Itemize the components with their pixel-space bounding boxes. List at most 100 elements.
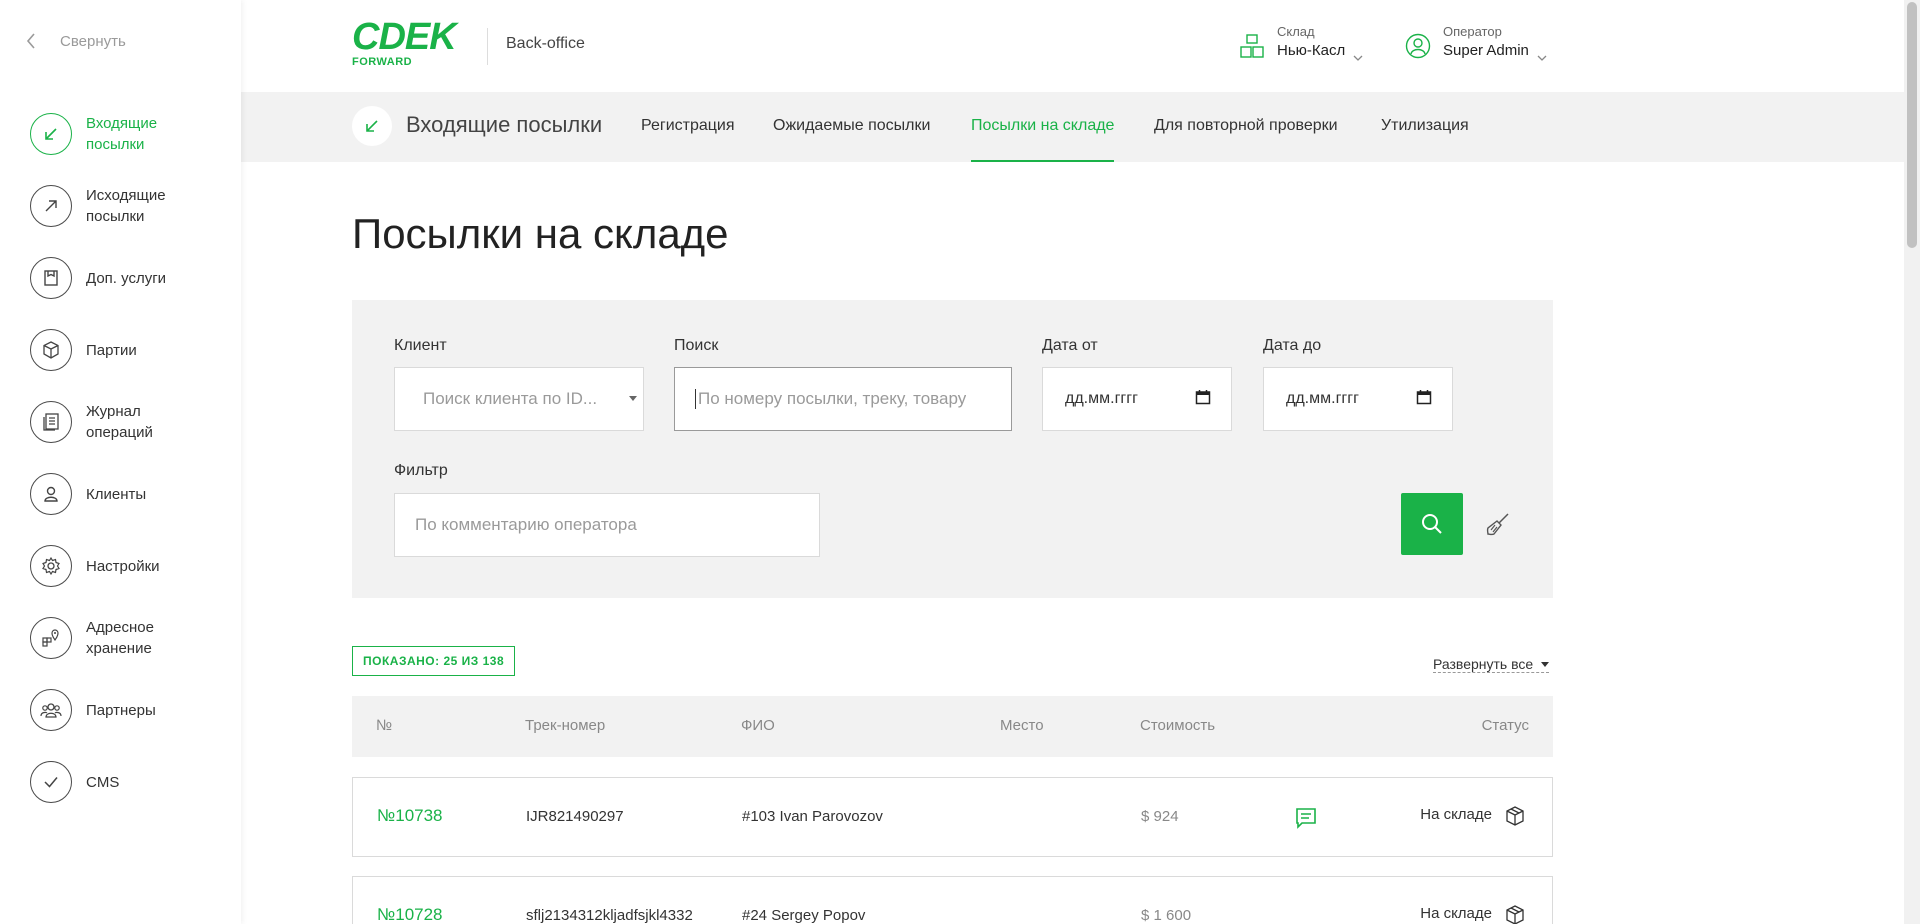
date-from-input[interactable]: дд.мм.гггг (1042, 367, 1232, 431)
filter-placeholder: По комментарию оператора (415, 515, 637, 534)
date-from-label: Дата от (1042, 337, 1098, 354)
sidebar-item-incoming[interactable]: Входящие посылки (30, 98, 230, 170)
calendar-icon[interactable] (1416, 389, 1432, 410)
filter-panel: Клиент Поиск клиента по ID... Поиск По н… (352, 300, 1553, 598)
operator-value: Super Admin (1443, 42, 1529, 59)
top-header: CDEK FORWARD Back-office Склад Нью-Касл … (241, 0, 1904, 92)
col-header-track[interactable]: Трек-номер (525, 717, 605, 734)
warehouse-selector[interactable]: Склад Нью-Касл (1239, 24, 1363, 62)
search-input[interactable]: По номеру посылки, треку, товару (674, 367, 1012, 431)
page-scrollbar[interactable] (1904, 0, 1920, 924)
search-button[interactable] (1401, 493, 1463, 555)
section-tabs-bar: Входящие посылки Регистрация Ожидаемые п… (241, 92, 1904, 162)
gear-icon (30, 545, 72, 587)
sidebar-item-label: посылки (86, 208, 145, 225)
caret-down-icon (1541, 661, 1550, 667)
tab-disposal[interactable]: Утилизация (1381, 117, 1469, 162)
tab-recheck[interactable]: Для повторной проверки (1154, 117, 1338, 162)
sidebar-item-label: Входящие (86, 115, 158, 132)
parcel-number-link[interactable]: №10728 (377, 905, 443, 924)
sidebar-item-journal[interactable]: Журнал операций (30, 386, 230, 458)
arrow-out-icon (30, 185, 72, 227)
sidebar-item-label: Исходящие (86, 187, 166, 204)
chevron-left-icon (26, 30, 42, 52)
sidebar-item-partners[interactable]: Партнеры (30, 674, 230, 746)
table-header: № Трек-номер ФИО Место Стоимость Статус (352, 696, 1553, 757)
calendar-icon[interactable] (1195, 389, 1211, 410)
section-home-button[interactable] (352, 106, 392, 146)
date-to-input[interactable]: дд.мм.гггг (1263, 367, 1453, 431)
sidebar-item-address-storage[interactable]: Адресное хранение (30, 602, 230, 674)
client-select[interactable]: Поиск клиента по ID... (394, 367, 644, 431)
sidebar-item-label: Настройки (86, 557, 160, 575)
col-header-name[interactable]: ФИО (741, 717, 775, 734)
sidebar-item-label: посылки (86, 136, 145, 153)
cost: $ 1 600 (1141, 907, 1192, 924)
status-text: На складе (1420, 806, 1492, 823)
warehouse-value: Нью-Касл (1277, 42, 1346, 59)
box-icon (1504, 805, 1526, 827)
cdek-logo[interactable]: CDEK FORWARD (352, 18, 470, 68)
tab-expected-parcels[interactable]: Ожидаемые посылки (773, 117, 930, 162)
sidebar-item-label: хранение (86, 640, 152, 657)
operator-comment-filter-input[interactable]: По комментарию оператора (394, 493, 820, 557)
warehouse-icon (1239, 33, 1265, 59)
arrow-in-icon (30, 113, 72, 155)
search-label: Поиск (674, 337, 719, 354)
app-name: Back-office (506, 35, 585, 52)
comment-icon[interactable] (1294, 806, 1318, 830)
logo-divider (487, 28, 488, 65)
date-to-label: Дата до (1263, 337, 1322, 354)
cost: $ 924 (1141, 808, 1179, 825)
arrow-in-icon (366, 120, 378, 132)
scrollbar-thumb[interactable] (1907, 2, 1917, 248)
sidebar-item-cms[interactable]: CMS (30, 746, 230, 818)
clear-filters-button[interactable] (1482, 508, 1514, 540)
client-placeholder: Поиск клиента по ID... (423, 389, 598, 408)
sidebar-nav: Входящие посылки Исходящие посылки Доп. ус… (30, 98, 230, 818)
col-header-status[interactable]: Статус (1482, 717, 1529, 734)
box-icon (1504, 904, 1526, 924)
col-header-place[interactable]: Место (1000, 717, 1044, 734)
sidebar-item-label: Партии (86, 341, 137, 359)
broom-icon (1486, 513, 1509, 536)
sidebar-item-batches[interactable]: Партии (30, 314, 230, 386)
table-row[interactable]: №10728 sflj2134312kljadfsjkl4332 #24 Ser… (352, 876, 1553, 924)
sidebar-item-settings[interactable]: Настройки (30, 530, 230, 602)
parcel-number-link[interactable]: №10738 (377, 806, 443, 826)
storage-location-icon (30, 617, 72, 659)
tab-parcels-in-warehouse[interactable]: Посылки на складе (971, 117, 1115, 162)
partners-icon (30, 689, 72, 731)
collapse-sidebar-button[interactable]: Свернуть (26, 30, 126, 52)
track-number: sflj2134312kljadfsjkl4332 (526, 907, 693, 924)
recipient-name: #103 Ivan Parovozov (742, 808, 883, 825)
box-icon (30, 329, 72, 371)
user-icon (30, 473, 72, 515)
chevron-down-icon (1537, 47, 1547, 61)
col-header-number[interactable]: № (376, 717, 392, 734)
col-header-cost[interactable]: Стоимость (1140, 717, 1215, 734)
table-row[interactable]: №10738 IJR821490297 #103 Ivan Parovozov … (352, 777, 1553, 857)
tab-registration[interactable]: Регистрация (641, 117, 735, 162)
logo-text: CDEK (352, 16, 457, 58)
sidebar-item-outgoing[interactable]: Исходящие посылки (30, 170, 230, 242)
dropdown-caret-icon (629, 396, 637, 401)
operator-selector[interactable]: Оператор Super Admin (1405, 24, 1547, 62)
warehouse-caption: Склад (1277, 24, 1315, 39)
sidebar-item-extra-services[interactable]: Доп. услуги (30, 242, 230, 314)
client-label: Клиент (394, 337, 447, 354)
status-text: На складе (1420, 905, 1492, 922)
expand-all-label: Развернуть все (1433, 656, 1534, 672)
date-from-value: дд.мм.гггг (1065, 390, 1138, 407)
sidebar-item-label: Журнал (86, 403, 141, 420)
check-icon (30, 761, 72, 803)
recipient-name: #24 Sergey Popov (742, 907, 866, 924)
sidebar-item-clients[interactable]: Клиенты (30, 458, 230, 530)
expand-all-button[interactable]: Развернуть все (1433, 656, 1550, 673)
shown-count-badge: ПОКАЗАНО: 25 ИЗ 138 (352, 646, 516, 676)
search-placeholder: По номеру посылки, треку, товару (698, 389, 967, 408)
sidebar-item-label: Доп. услуги (86, 269, 167, 287)
date-to-value: дд.мм.гггг (1286, 390, 1359, 407)
sidebar-item-label: Адресное (86, 619, 154, 636)
sidebar-item-label: Партнеры (86, 701, 156, 719)
